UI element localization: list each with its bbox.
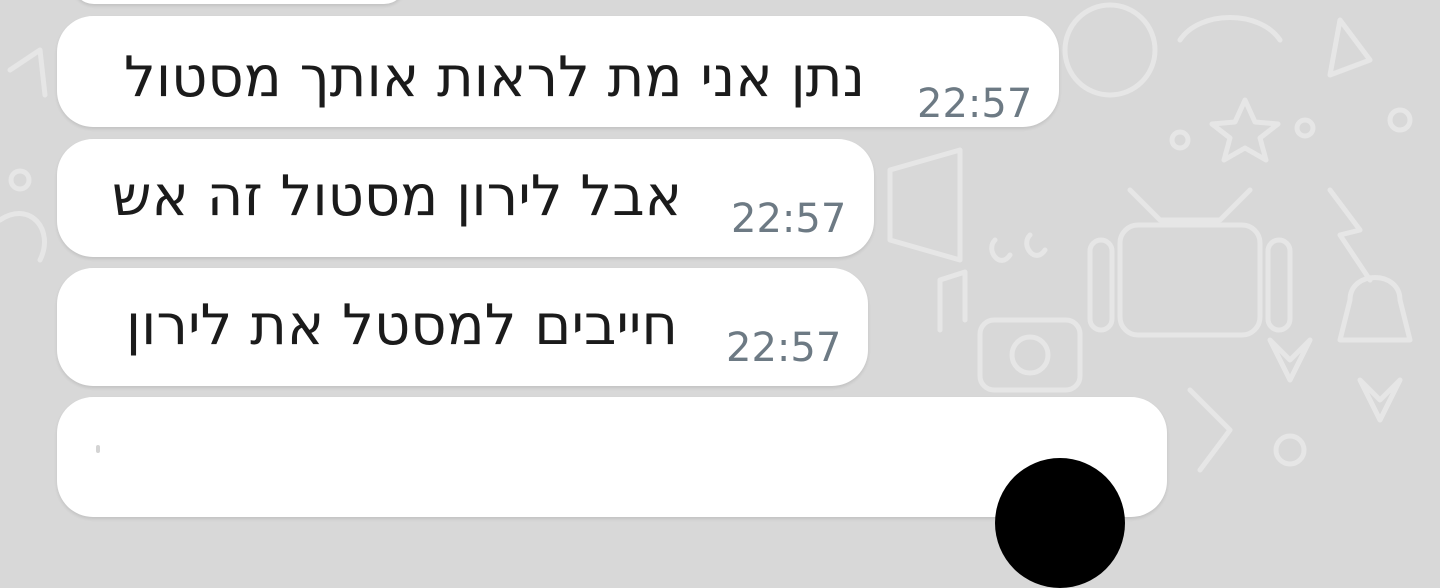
chat-thread[interactable]: נתן אני מת לראות אותך מסטול 22:57 אבל לי… [0, 0, 1440, 588]
message-timestamp: 22:57 [731, 196, 847, 242]
message-text: אבל לירון מסטול זה אש [111, 164, 682, 229]
message-text: נתן אני מת לראות אותך מסטול [124, 45, 865, 110]
message-bubble[interactable]: חייבים למסטל את לירון 22:57 [57, 268, 868, 386]
avatar[interactable] [995, 458, 1125, 588]
message-timestamp: 22:57 [917, 81, 1033, 127]
message-timestamp: 22:57 [726, 325, 842, 371]
message-bubble-partial[interactable] [72, 0, 406, 4]
message-bubble[interactable]: אבל לירון מסטול זה אש 22:57 [57, 139, 874, 257]
media-indicator-icon [96, 445, 100, 453]
message-bubble[interactable]: נתן אני מת לראות אותך מסטול 22:57 [57, 16, 1059, 127]
message-text: חייבים למסטל את לירון [125, 293, 678, 358]
media-message-bubble[interactable] [57, 397, 1167, 588]
